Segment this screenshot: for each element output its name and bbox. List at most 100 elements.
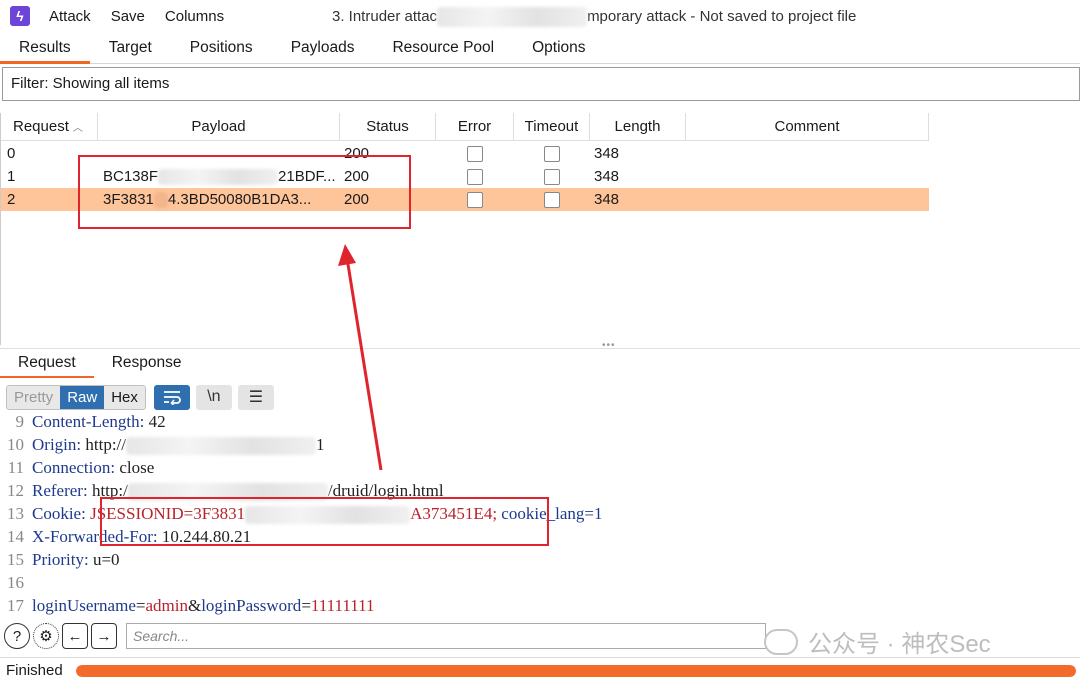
- menu-columns[interactable]: Columns: [165, 8, 224, 25]
- wrap-icon[interactable]: [153, 384, 190, 410]
- watermark-text: 公众号 · 神农Sec: [808, 631, 991, 658]
- tab-request[interactable]: Request: [0, 349, 94, 379]
- param-name: loginPassword: [201, 596, 302, 615]
- cell-comment: [686, 142, 929, 165]
- ampersand: &: [187, 596, 202, 615]
- status-bar: Finished: [0, 657, 1080, 683]
- header-value: close: [119, 458, 155, 477]
- header-name: Connection: [32, 458, 111, 477]
- error-checkbox[interactable]: [467, 145, 483, 162]
- header-value: u=0: [92, 550, 120, 569]
- annotation-box-payloads: [78, 155, 411, 229]
- editor-line: 17 loginUsername=admin&loginPassword=1111…: [0, 594, 375, 617]
- tab-positions[interactable]: Positions: [171, 32, 272, 64]
- col-status[interactable]: Status: [340, 113, 436, 141]
- line-number: 13: [7, 504, 24, 523]
- tab-response[interactable]: Response: [94, 349, 200, 379]
- search-input[interactable]: Search...: [126, 623, 766, 649]
- window-title-prefix: 3. Intruder attac: [332, 7, 438, 25]
- timeout-checkbox[interactable]: [544, 145, 560, 162]
- col-length[interactable]: Length: [590, 113, 686, 141]
- help-icon[interactable]: ?: [4, 623, 30, 649]
- param-name: loginUsername: [32, 596, 136, 615]
- error-checkbox[interactable]: [467, 168, 483, 185]
- editor-line: 16: [0, 571, 32, 594]
- results-table: Request ︿ Payload Status Error Timeout Le…: [0, 113, 1080, 345]
- arrow-left-icon[interactable]: ←: [62, 623, 88, 649]
- editor-line: 15 Priority: u=0: [0, 548, 120, 571]
- line-number: 10: [7, 435, 24, 454]
- param-value: 11111111: [310, 596, 375, 615]
- table-header: Request ︿ Payload Status Error Timeout Le…: [1, 113, 929, 141]
- col-request-label: Request: [13, 118, 69, 135]
- line-number: 15: [7, 550, 24, 569]
- newline-toggle-button[interactable]: \n: [195, 384, 232, 410]
- pretty-button[interactable]: Pretty: [7, 385, 61, 409]
- filter-bar[interactable]: Filter: Showing all items: [2, 67, 1080, 101]
- equals: =: [301, 596, 311, 615]
- view-mode-switch: Pretty Raw Hex: [6, 384, 146, 410]
- header-name: Priority: [32, 550, 84, 569]
- cell-length: 348: [594, 145, 620, 162]
- editor-line: 9 Content-Length: 42: [0, 410, 166, 433]
- tab-target[interactable]: Target: [90, 32, 171, 64]
- redacted-region: [126, 437, 316, 456]
- header-value: http://: [85, 435, 126, 454]
- timeout-checkbox[interactable]: [544, 191, 560, 208]
- param-value: admin: [145, 596, 188, 615]
- progress-fill: [76, 664, 1076, 677]
- cell-length: 348: [594, 191, 620, 208]
- window-title: 3. Intruder attac mporary attack - Not sa…: [332, 7, 856, 27]
- status-text: Finished: [6, 662, 63, 679]
- error-checkbox[interactable]: [467, 191, 483, 208]
- sort-ascending-icon: ︿: [72, 123, 83, 134]
- editor-line: 11 Connection: close: [0, 456, 155, 479]
- line-number: 14: [7, 527, 24, 546]
- cell-comment: [686, 188, 929, 211]
- header-value: 1: [316, 435, 325, 454]
- line-number: 12: [7, 481, 24, 500]
- line-number: 9: [15, 412, 25, 431]
- header-name: Content-Length: [32, 412, 140, 431]
- tab-resource-pool[interactable]: Resource Pool: [373, 32, 513, 64]
- menu-attack[interactable]: Attack: [49, 8, 91, 25]
- equals: =: [135, 596, 146, 615]
- menu-save[interactable]: Save: [111, 8, 145, 25]
- line-number: 11: [7, 458, 24, 477]
- watermark: 公众号 · 神农Sec: [764, 624, 991, 659]
- header-name: Referer: [32, 481, 83, 500]
- progress-bar: [76, 664, 1076, 677]
- colon: :: [81, 504, 91, 523]
- timeout-checkbox[interactable]: [544, 168, 560, 185]
- col-timeout[interactable]: Timeout: [514, 113, 590, 141]
- cell-comment: [686, 165, 929, 188]
- tab-options[interactable]: Options: [513, 32, 604, 64]
- wechat-logo-icon: [764, 628, 798, 655]
- main-tabs: Results Target Positions Payloads Resour…: [0, 32, 1080, 64]
- header-name: Cookie: [32, 504, 82, 523]
- colon: :: [139, 412, 149, 431]
- raw-button[interactable]: Raw: [60, 385, 105, 409]
- header-name: Origin: [32, 435, 77, 454]
- window-title-suffix: mporary attack - Not saved to project fi…: [587, 7, 857, 25]
- col-comment[interactable]: Comment: [686, 113, 929, 141]
- cell-length: 348: [594, 168, 620, 185]
- editor-line: 10 Origin: http://1: [0, 433, 325, 456]
- col-payload[interactable]: Payload: [98, 113, 340, 141]
- colon: :: [82, 481, 92, 500]
- message-tabs: Request Response: [0, 348, 1080, 379]
- gear-icon[interactable]: ⚙: [33, 623, 59, 649]
- tab-results[interactable]: Results: [0, 32, 90, 64]
- hamburger-icon[interactable]: ☰: [237, 384, 274, 410]
- col-error[interactable]: Error: [436, 113, 514, 141]
- tab-payloads[interactable]: Payloads: [272, 32, 374, 64]
- header-value: 42: [148, 412, 166, 431]
- col-request[interactable]: Request ︿: [1, 113, 98, 141]
- burp-lightning-icon: ϟ: [10, 6, 30, 26]
- arrow-right-icon[interactable]: →: [91, 623, 117, 649]
- line-number: 17: [7, 596, 24, 615]
- annotation-box-cookie: [100, 497, 549, 546]
- menu-bar: ϟ Attack Save Columns 3. Intruder attac m…: [0, 0, 1080, 32]
- redacted-region: [437, 7, 588, 27]
- hex-button[interactable]: Hex: [104, 385, 145, 409]
